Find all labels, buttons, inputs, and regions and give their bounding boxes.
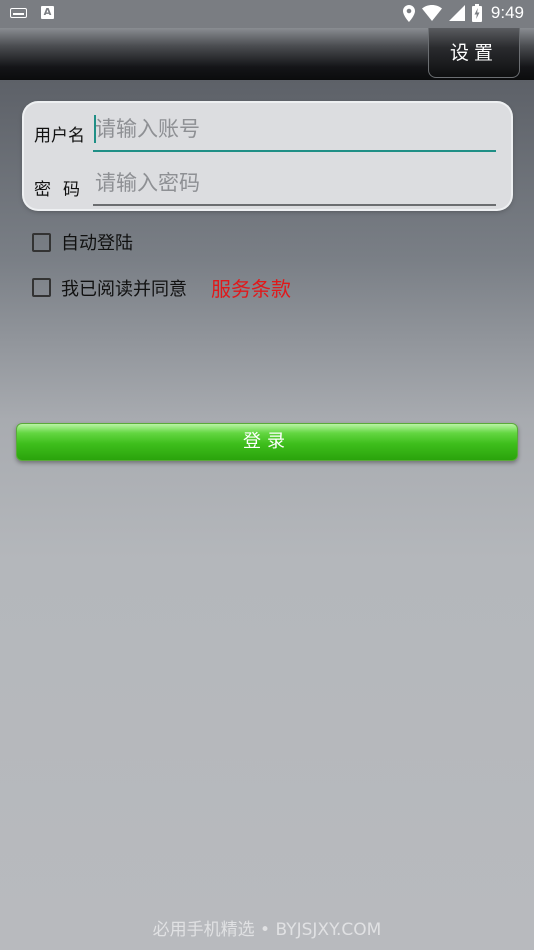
a-notification-icon: A	[41, 6, 54, 19]
status-bar: A 9:49	[0, 0, 534, 28]
login-card: 用户名 密码	[24, 103, 511, 209]
username-label: 用户名	[34, 126, 85, 146]
agree-terms-checkbox[interactable]	[32, 278, 51, 297]
text-cursor	[94, 115, 96, 143]
signal-icon	[448, 5, 465, 21]
password-label: 密码	[34, 180, 92, 200]
settings-button[interactable]: 设置	[428, 28, 520, 78]
watermark-text: 必用手机精选 • BYJSJXY.COM	[152, 920, 382, 940]
auto-login-label: 自动登陆	[61, 233, 133, 254]
agree-terms-label: 我已阅读并同意	[61, 278, 187, 300]
location-icon	[402, 4, 415, 22]
username-row: 用户名	[24, 107, 511, 157]
battery-charging-icon	[471, 4, 482, 22]
password-underline	[93, 204, 496, 206]
status-bar-right: 9:49	[402, 3, 524, 23]
username-input[interactable]	[93, 109, 497, 149]
username-underline	[93, 150, 496, 152]
auto-login-option[interactable]: 自动登陆	[32, 229, 133, 255]
terms-of-service-link[interactable]: 服务条款	[211, 273, 291, 302]
status-bar-left: A	[10, 6, 54, 19]
auto-login-checkbox[interactable]	[32, 232, 51, 252]
wifi-icon	[421, 5, 442, 21]
password-row: 密码	[24, 161, 511, 211]
title-bar: 设置	[0, 28, 534, 80]
agree-terms-option[interactable]: 我已阅读并同意 服务条款	[32, 273, 291, 302]
keyboard-icon	[10, 7, 27, 18]
login-button[interactable]: 登录	[16, 423, 518, 461]
password-input[interactable]	[93, 163, 497, 203]
status-time: 9:49	[490, 3, 524, 22]
